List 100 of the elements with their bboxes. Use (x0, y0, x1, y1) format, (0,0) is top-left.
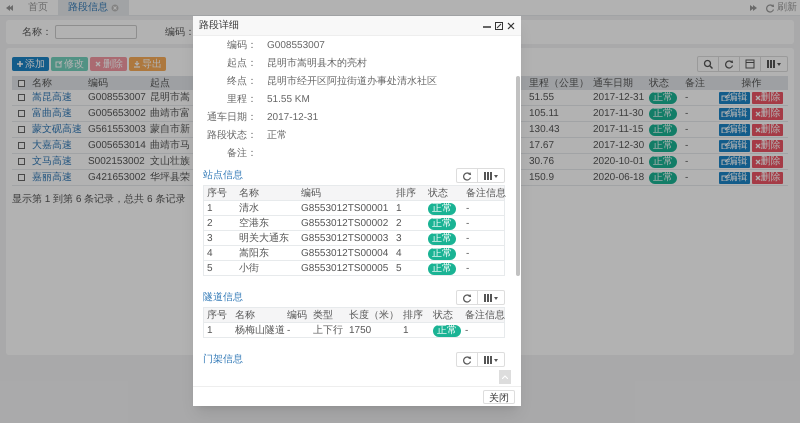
columns-icon (483, 354, 499, 364)
delete-button[interactable]: 删除 (752, 92, 782, 104)
column-header: 名称 (238, 187, 259, 201)
status-badge: 正常 (428, 263, 456, 275)
table-cell-text: - (684, 171, 688, 185)
export-button[interactable]: 导出 (129, 57, 166, 71)
checkbox-icon[interactable] (18, 94, 25, 101)
checkbox-icon[interactable] (18, 158, 25, 165)
column-header: 里程（公里） (528, 77, 589, 91)
table-cell-text: 曲靖市富 (149, 106, 190, 121)
field-value: 正常 (267, 128, 287, 142)
table-cell-text: G421653002 (87, 171, 146, 185)
status-badge: 正常 (649, 124, 677, 136)
checkbox-icon[interactable] (18, 110, 25, 117)
column-header: 名称 (31, 77, 52, 91)
table-cell-text: 150.9 (528, 171, 554, 185)
columns-icon (483, 170, 499, 180)
nav-tab[interactable]: 首页 (18, 0, 58, 16)
field-label: 终点： (226, 74, 258, 88)
road-name-link[interactable]: 大嘉高速 (30, 138, 72, 153)
checkbox-icon[interactable] (18, 126, 25, 133)
table-cell-text: G8553012TS00003 (300, 232, 388, 246)
table-cell-text: - (465, 247, 470, 261)
edit-icon (720, 126, 728, 133)
delete-button[interactable]: 删除 (752, 108, 782, 120)
table-cell-text: - (684, 123, 688, 137)
field-label: 起点： (226, 56, 258, 70)
road-name-link[interactable]: 蒙文砚高速 (30, 122, 82, 137)
table-cell-text: 2017-11-30 (592, 107, 644, 121)
table-cell-text: 2017-12-30 (592, 139, 644, 153)
table-cell-text: 3 (206, 232, 213, 246)
table-cell-text: 清水 (238, 202, 259, 216)
status-badge: 正常 (433, 325, 461, 337)
road-name-link[interactable]: 富曲高速 (30, 106, 72, 121)
table-cell-text: G008553007 (87, 91, 146, 105)
edit-icon (720, 158, 728, 165)
table-cell-text: 3 (395, 232, 402, 246)
status-badge: 正常 (428, 248, 456, 260)
delete-button[interactable]: 删除 (752, 124, 782, 136)
table-cell-text: 105.11 (528, 107, 559, 121)
input-field[interactable] (55, 25, 137, 39)
checkbox-icon[interactable] (18, 142, 25, 149)
delete-button[interactable]: 删除 (752, 140, 782, 152)
edit-button[interactable]: 编辑 (718, 108, 750, 120)
column-header: 备注信息 (465, 186, 506, 201)
table-cell-text: 2020-06-18 (592, 171, 644, 185)
edit-button[interactable]: 编辑 (718, 92, 750, 104)
scrollbar-thumb[interactable] (516, 76, 520, 276)
status-badge: 正常 (428, 203, 456, 215)
add-button[interactable]: 添加 (12, 57, 49, 71)
table-cell-text: 华坪县荣 (149, 170, 190, 185)
edit-icon (720, 174, 728, 181)
column-header: 名称 (234, 309, 255, 323)
table-cell-text: - (286, 324, 290, 338)
table-cell-text: 2020-10-01 (592, 155, 644, 169)
column-header: 状态 (432, 308, 453, 323)
cross-icon (754, 142, 760, 149)
refresh-icon (724, 59, 734, 69)
download-icon (133, 60, 141, 68)
chevron-up-icon (502, 375, 508, 379)
table-cell-text: 4 (206, 247, 213, 261)
table-cell-text: G005653002 (87, 107, 146, 121)
table-cell-text: 上下行 (312, 324, 343, 338)
column-header: 编码 (286, 308, 307, 323)
column-header: 通车日期 (592, 76, 633, 91)
delete-button[interactable]: 删除 (752, 156, 782, 168)
edit-button[interactable]: 编辑 (718, 140, 750, 152)
field-label: 通车日期： (206, 110, 258, 124)
close-button[interactable]: 关闭 (483, 390, 515, 404)
refresh-icon (462, 292, 472, 302)
table-cell-text: 曲靖市马 (149, 138, 190, 153)
road-name-link[interactable]: 嵩昆高速 (30, 90, 72, 105)
edit-button[interactable]: 编辑 (718, 156, 750, 168)
table-cell-text: 130.43 (528, 123, 560, 137)
field-value: 昆明市嵩明县木的亮村 (267, 56, 367, 70)
plus-icon (16, 60, 24, 68)
delete-button[interactable]: 删除 (752, 172, 782, 184)
table-cell-text: 空港东 (238, 216, 269, 231)
table-cell-text: G8553012TS00005 (300, 262, 388, 276)
dialog-title: 路段详细 (199, 18, 239, 33)
field-value: 昆明市经开区阿拉街道办事处清水社区 (267, 74, 437, 88)
field-value: 51.55 KM (267, 92, 310, 106)
nav-tab[interactable]: 路段信息 (58, 0, 129, 16)
edit-button[interactable]: 编辑 (718, 124, 750, 136)
checkbox-icon[interactable] (18, 174, 25, 181)
road-name-link[interactable]: 嘉丽高速 (30, 170, 72, 185)
status-badge: 正常 (428, 233, 456, 245)
column-header: 序号 (206, 186, 227, 201)
field-label: 名称： (22, 26, 52, 40)
column-header: 类型 (312, 308, 333, 323)
road-name-link[interactable]: 文马高速 (30, 154, 72, 169)
edit-button[interactable]: 编辑 (718, 172, 750, 184)
cross-icon (754, 158, 760, 165)
table-cell-text: - (684, 139, 688, 153)
edit-icon (720, 94, 728, 101)
field-value: 2017-12-31 (267, 110, 318, 124)
column-header: 备注 (684, 76, 705, 91)
refresh-button[interactable]: 刷新 (762, 0, 800, 15)
status-badge: 正常 (649, 92, 677, 104)
table-cell-text: 1 (402, 324, 409, 338)
